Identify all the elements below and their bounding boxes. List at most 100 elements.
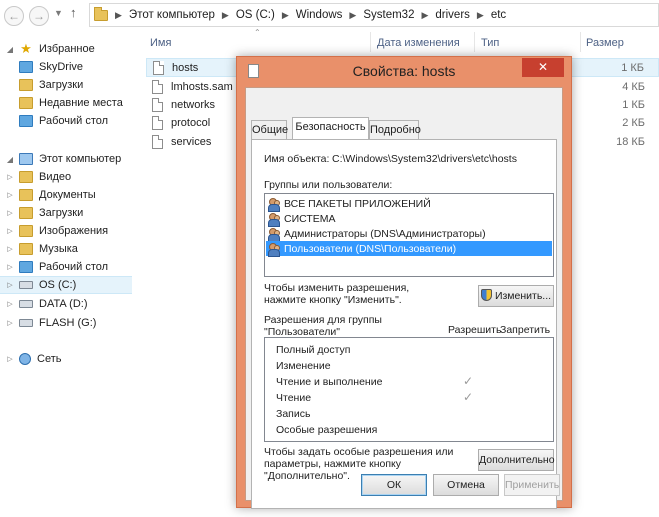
folder-icon bbox=[19, 261, 33, 273]
breadcrumb-etc[interactable]: etc bbox=[491, 9, 506, 21]
nav-item-desktop-fav[interactable]: Рабочий стол bbox=[0, 112, 132, 130]
breadcrumb-this-pc[interactable]: Этот компьютер bbox=[129, 9, 215, 21]
tab-general[interactable]: Общие bbox=[251, 120, 288, 139]
nav-item-drive-d[interactable]: ▷ DATA (D:) bbox=[0, 295, 132, 313]
column-header-size[interactable]: Размер bbox=[586, 37, 624, 49]
sort-ascending-icon: ⌃ bbox=[254, 28, 261, 37]
nav-item-label: SkyDrive bbox=[39, 61, 84, 73]
permissions-list: Полный доступ Изменение Чтение и выполне… bbox=[264, 337, 554, 442]
expand-icon[interactable]: ◢ bbox=[5, 155, 15, 164]
collapse-icon[interactable]: ▷ bbox=[5, 191, 15, 199]
nav-item-music[interactable]: ▷ Музыка bbox=[0, 240, 132, 258]
nav-item-videos[interactable]: ▷ Видео bbox=[0, 168, 132, 186]
nav-item-label: Изображения bbox=[39, 225, 109, 237]
collapse-icon[interactable]: ▷ bbox=[5, 173, 15, 181]
file-size: 1 КБ bbox=[622, 98, 645, 111]
collapse-icon[interactable]: ▷ bbox=[5, 319, 15, 327]
collapse-icon[interactable]: ▷ bbox=[5, 281, 15, 289]
tab-details[interactable]: Подробно bbox=[369, 120, 421, 139]
computer-icon bbox=[19, 153, 33, 165]
folder-icon bbox=[94, 6, 108, 21]
group-item[interactable]: ВСЕ ПАКЕТЫ ПРИЛОЖЕНИЙ bbox=[266, 196, 562, 212]
folder-icon bbox=[19, 225, 33, 237]
collapse-icon[interactable]: ▷ bbox=[5, 300, 15, 308]
expand-icon[interactable]: ▷ bbox=[5, 355, 15, 363]
nav-item-this-pc[interactable]: ◢ Этот компьютер bbox=[0, 150, 132, 168]
file-size: 4 КБ bbox=[622, 80, 645, 93]
breadcrumb-system32[interactable]: System32 bbox=[363, 9, 414, 21]
nav-item-label: Документы bbox=[39, 189, 96, 201]
advanced-hint-line-3: "Дополнительно". bbox=[264, 470, 350, 482]
group-item[interactable]: СИСТЕМА bbox=[266, 211, 562, 227]
permission-name: Чтение и выполнение bbox=[276, 376, 383, 388]
permission-name: Изменение bbox=[276, 360, 331, 372]
advanced-hint-line-2: параметры, нажмите кнопку bbox=[264, 458, 402, 470]
expand-icon[interactable]: ◢ bbox=[5, 45, 15, 54]
column-header-name[interactable]: Имя bbox=[150, 37, 171, 49]
nav-item-downloads-fav[interactable]: Загрузки bbox=[0, 76, 132, 94]
group-item-selected[interactable]: Пользователи (DNS\Пользователи) bbox=[266, 241, 552, 257]
nav-item-label: Музыка bbox=[39, 243, 78, 255]
address-bar[interactable]: ▶ Этот компьютер ▶ OS (C:) ▶ Windows ▶ S… bbox=[89, 3, 659, 27]
up-arrow-icon[interactable]: ↑ bbox=[70, 5, 77, 20]
nav-item-label: Недавние места bbox=[39, 97, 123, 109]
nav-item-recent-places[interactable]: Недавние места bbox=[0, 94, 132, 112]
chevron-right-icon: ▶ bbox=[281, 9, 289, 20]
users-icon bbox=[268, 212, 282, 227]
allow-checkmark-icon: ✓ bbox=[463, 374, 474, 388]
column-header-type[interactable]: Тип bbox=[481, 37, 499, 49]
collapse-icon[interactable]: ▷ bbox=[5, 227, 15, 235]
users-icon bbox=[268, 197, 282, 212]
properties-dialog: Свойства: hosts ✕ Общие Безопасность Под… bbox=[236, 56, 572, 509]
back-button[interactable]: ← bbox=[4, 6, 24, 26]
nav-item-label: FLASH (G:) bbox=[39, 317, 97, 329]
chevron-right-icon: ▶ bbox=[421, 9, 429, 20]
permission-name: Запись bbox=[276, 408, 311, 420]
nav-item-favorites[interactable]: ◢ ★ Избранное bbox=[0, 40, 132, 58]
permission-name: Полный доступ bbox=[276, 344, 351, 356]
change-button[interactable]: Изменить... bbox=[478, 285, 554, 307]
dialog-body: Общие Безопасность Подробно Имя объекта:… bbox=[245, 87, 563, 509]
collapse-icon[interactable]: ▷ bbox=[5, 245, 15, 253]
nav-item-network[interactable]: ▷ Сеть bbox=[0, 350, 132, 368]
tab-security[interactable]: Безопасность bbox=[292, 117, 369, 139]
close-button[interactable]: ✕ bbox=[522, 58, 564, 77]
group-item[interactable]: Администраторы (DNS\Администраторы) bbox=[266, 226, 562, 242]
collapse-icon[interactable]: ▷ bbox=[5, 263, 15, 271]
permission-row: Полный доступ bbox=[265, 342, 549, 358]
nav-item-documents[interactable]: ▷ Документы bbox=[0, 186, 132, 204]
column-header-date[interactable]: Дата изменения bbox=[377, 37, 460, 49]
file-icon bbox=[152, 79, 163, 94]
breadcrumb-windows[interactable]: Windows bbox=[296, 9, 343, 21]
nav-item-label: Рабочий стол bbox=[39, 115, 109, 127]
nav-item-label: Избранное bbox=[39, 43, 95, 55]
folder-icon bbox=[19, 207, 33, 219]
nav-item-drive-g[interactable]: ▷ FLASH (G:) bbox=[0, 314, 132, 332]
nav-item-skydrive[interactable]: SkyDrive bbox=[0, 58, 132, 76]
advanced-button[interactable]: Дополнительно bbox=[478, 449, 555, 471]
permission-row: Особые разрешения bbox=[265, 422, 549, 438]
permission-row: Изменение bbox=[265, 358, 549, 374]
permission-row: Чтение ✓ bbox=[265, 390, 549, 406]
drive-icon bbox=[19, 300, 33, 308]
ok-button[interactable]: ОК bbox=[361, 474, 427, 496]
drive-icon bbox=[19, 319, 33, 327]
dialog-titlebar[interactable]: Свойства: hosts ✕ bbox=[237, 57, 571, 85]
collapse-icon[interactable]: ▷ bbox=[5, 209, 15, 217]
nav-item-downloads[interactable]: ▷ Загрузки bbox=[0, 204, 132, 222]
recent-locations-icon[interactable]: ▼ bbox=[54, 8, 63, 18]
cancel-button[interactable]: Отмена bbox=[433, 474, 499, 496]
uac-shield-icon bbox=[480, 289, 492, 301]
network-icon bbox=[19, 353, 31, 365]
nav-item-drive-c[interactable]: ▷ OS (C:) bbox=[0, 276, 132, 294]
forward-button[interactable]: → bbox=[29, 6, 49, 26]
breadcrumb-drive-c[interactable]: OS (C:) bbox=[236, 9, 275, 21]
folder-icon bbox=[19, 79, 33, 91]
nav-item-pictures[interactable]: ▷ Изображения bbox=[0, 222, 132, 240]
groups-list[interactable]: ВСЕ ПАКЕТЫ ПРИЛОЖЕНИЙ СИСТЕМА Администра… bbox=[264, 193, 554, 277]
breadcrumb-drivers[interactable]: drivers bbox=[435, 9, 470, 21]
folder-icon bbox=[19, 171, 33, 183]
apply-button[interactable]: Применить bbox=[504, 474, 560, 496]
nav-item-desktop[interactable]: ▷ Рабочий стол bbox=[0, 258, 132, 276]
navigation-pane: ◢ ★ Избранное SkyDrive Загрузки Недавние… bbox=[0, 34, 132, 517]
